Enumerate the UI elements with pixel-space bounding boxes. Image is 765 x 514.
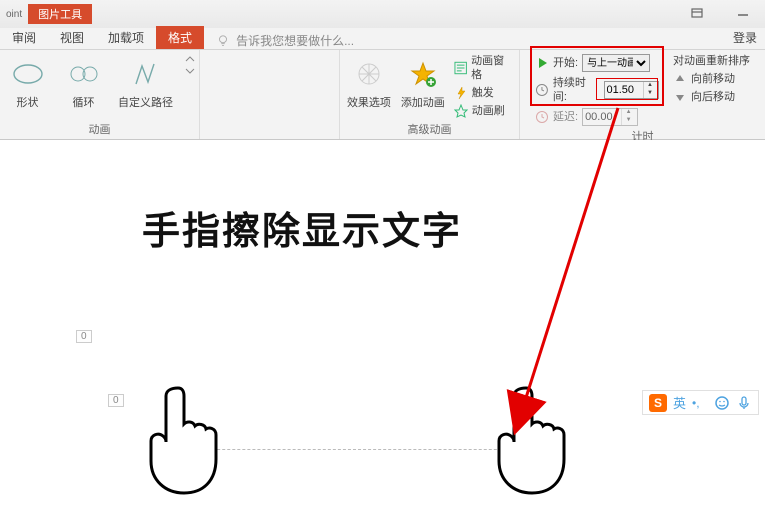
tell-me-label: 告诉我您想要做什么...	[236, 32, 354, 49]
tab-view[interactable]: 视图	[48, 26, 96, 49]
animation-painter-label: 动画刷	[472, 104, 505, 118]
animation-pane-button[interactable]: 动画窗格	[454, 54, 513, 82]
ime-lang-label[interactable]: 英	[673, 393, 686, 412]
spin-up-icon[interactable]: ▲	[643, 82, 657, 90]
tab-review[interactable]: 审阅	[0, 26, 48, 49]
hand-right-icon	[486, 378, 582, 498]
add-animation-label: 添加动画	[401, 94, 445, 110]
svg-text:•,: •,	[692, 396, 700, 410]
tab-addins[interactable]: 加载项	[96, 26, 156, 49]
anim-custompath-button[interactable]: 自定义路径	[116, 54, 176, 110]
group-timing: 开始: 与上一动画... 持续时间: ▲▼ 延迟:	[520, 50, 765, 139]
group-advanced: 效果选项 添加动画 动画窗格 触发 动画刷	[340, 50, 520, 139]
trigger-label: 触发	[472, 86, 494, 100]
chevron-up-icon	[184, 54, 196, 64]
motion-path-line	[182, 449, 532, 450]
titlebar: oint 图片工具	[0, 0, 765, 28]
chevron-down-icon	[184, 66, 196, 76]
add-animation-button[interactable]: 添加动画	[400, 54, 446, 110]
delay-icon	[535, 110, 549, 124]
timing-delay-input[interactable]	[583, 111, 621, 123]
lightbulb-icon	[216, 34, 230, 48]
move-forward-button[interactable]: 向前移动	[673, 72, 750, 86]
anim-shape-button[interactable]: 形状	[4, 54, 52, 110]
group-animation: 形状 循环 自定义路径 动画	[0, 50, 200, 139]
animation-painter-button[interactable]: 动画刷	[454, 104, 513, 118]
effect-options-label: 效果选项	[347, 94, 391, 110]
hand-left-icon	[138, 378, 234, 498]
mic-icon[interactable]	[736, 395, 752, 411]
ribbon-options-icon[interactable]	[683, 4, 711, 24]
arrow-up-small-icon	[673, 72, 687, 86]
tab-format[interactable]: 格式	[156, 26, 204, 49]
smile-icon[interactable]	[714, 395, 730, 411]
anim-tag-0[interactable]: 0	[76, 330, 92, 343]
zigzag-icon	[132, 60, 160, 88]
shape-icon	[11, 62, 45, 86]
timing-delay-label: 延迟:	[553, 110, 578, 124]
anim-cycle-button[interactable]: 循环	[60, 54, 108, 110]
timing-delay-spin[interactable]: ▲▼	[582, 108, 638, 126]
effect-options-button[interactable]: 效果选项	[346, 54, 392, 110]
group-animation-label: 动画	[6, 119, 193, 137]
move-back-button[interactable]: 向后移动	[673, 90, 750, 104]
brush-icon	[454, 104, 468, 118]
slide-canvas[interactable]: 0 0	[0, 140, 765, 514]
anim-tag-1[interactable]: 0	[108, 394, 124, 407]
star-plus-icon	[409, 60, 437, 88]
lightning-icon	[454, 86, 468, 100]
spin-down-icon[interactable]: ▼	[621, 117, 635, 125]
anim-shape-label: 形状	[17, 94, 39, 110]
animation-pane-label: 动画窗格	[471, 54, 513, 82]
move-forward-label: 向前移动	[691, 72, 735, 86]
effect-options-icon	[355, 60, 383, 88]
move-back-label: 向后移动	[691, 90, 735, 104]
arrow-down-small-icon	[673, 90, 687, 104]
group-collapsed	[200, 50, 340, 139]
login-link[interactable]: 登录	[725, 26, 765, 49]
anim-cycle-label: 循环	[73, 94, 95, 110]
app-name: oint	[0, 9, 22, 20]
context-tab-label: 图片工具	[28, 4, 92, 24]
timing-start-select[interactable]: 与上一动画...	[582, 54, 650, 72]
anim-custompath-label: 自定义路径	[118, 94, 173, 110]
pane-icon	[454, 61, 467, 75]
trigger-button[interactable]: 触发	[454, 86, 513, 100]
ime-punct-icon[interactable]: •,	[692, 395, 708, 411]
timing-duration-spin[interactable]: ▲▼	[604, 81, 660, 99]
spin-up-icon[interactable]: ▲	[621, 109, 635, 117]
timing-duration-label: 持续时间:	[553, 76, 600, 104]
spin-down-icon[interactable]: ▼	[643, 90, 657, 98]
play-icon	[535, 56, 549, 70]
tabstrip: 审阅 视图 加载项 格式 告诉我您想要做什么... 登录	[0, 28, 765, 50]
minimize-button[interactable]	[729, 4, 757, 24]
timing-duration-input[interactable]	[605, 84, 643, 96]
tell-me-search[interactable]: 告诉我您想要做什么...	[216, 32, 354, 49]
gallery-scroll[interactable]	[184, 54, 196, 76]
sogou-badge-icon: S	[649, 394, 667, 412]
ribbon: 形状 循环 自定义路径 动画 效果选项	[0, 50, 765, 140]
reorder-label: 对动画重新排序	[673, 54, 750, 68]
ime-toolbar[interactable]: S 英 •,	[642, 390, 759, 415]
clock-icon	[535, 83, 549, 97]
cycle-icon	[67, 62, 101, 86]
timing-start-label: 开始:	[553, 56, 578, 70]
group-advanced-label: 高级动画	[346, 119, 513, 137]
slide-headline: 手指擦除显示文字	[142, 200, 462, 255]
